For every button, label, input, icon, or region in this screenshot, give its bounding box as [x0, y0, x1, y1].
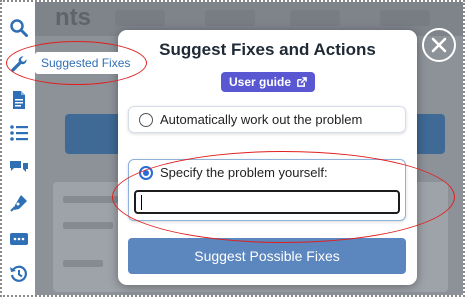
background-text-line — [63, 260, 103, 267]
suggest-possible-fixes-button[interactable]: Suggest Possible Fixes — [128, 238, 406, 274]
close-dialog-button[interactable] — [422, 28, 456, 62]
more-icon[interactable] — [8, 228, 30, 250]
dialog-title: Suggest Fixes and Actions — [159, 40, 376, 59]
background-tab — [290, 10, 340, 26]
radio-specify-problem[interactable] — [139, 166, 153, 180]
user-guide-button[interactable]: User guide — [221, 72, 316, 92]
background-text-line — [63, 222, 113, 229]
wrench-icon[interactable] — [8, 53, 30, 75]
user-guide-label: User guide — [229, 75, 292, 89]
problem-description-input[interactable] — [134, 190, 400, 214]
background-tab — [380, 10, 430, 26]
text-caret — [141, 195, 142, 210]
suggest-fixes-dialog: Suggest Fixes and Actions User guide Aut… — [118, 30, 417, 285]
chat-icon[interactable] — [8, 157, 30, 179]
background-text-line — [63, 196, 123, 203]
search-icon[interactable] — [8, 17, 30, 39]
option-specify-label: Specify the problem yourself: — [160, 165, 328, 180]
background-title: nts — [55, 4, 91, 31]
list-icon[interactable] — [8, 122, 30, 144]
external-link-icon — [297, 76, 307, 87]
suggested-fixes-tooltip: Suggested Fixes — [35, 52, 137, 74]
background-tab — [205, 10, 255, 26]
option-auto-label: Automatically work out the problem — [160, 112, 363, 127]
option-auto-detect[interactable]: Automatically work out the problem — [128, 106, 406, 133]
radio-auto-detect[interactable] — [139, 113, 153, 127]
background-tab — [115, 10, 165, 26]
left-sidebar — [2, 2, 35, 295]
close-icon — [431, 37, 447, 53]
document-icon[interactable] — [8, 89, 30, 111]
option-specify-problem[interactable]: Specify the problem yourself: — [128, 159, 406, 221]
pen-icon[interactable] — [8, 192, 30, 214]
history-icon[interactable] — [8, 263, 30, 285]
